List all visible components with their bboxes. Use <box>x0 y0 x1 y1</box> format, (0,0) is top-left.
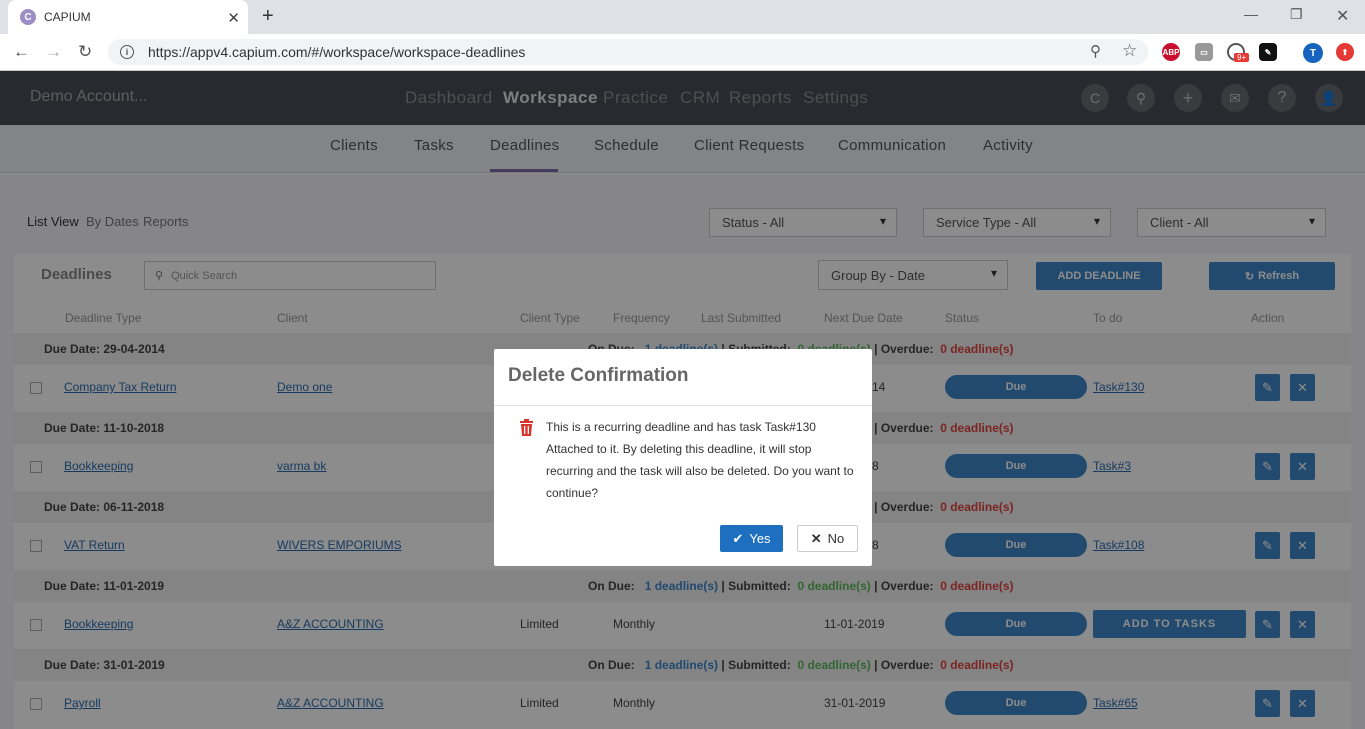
check-icon: ✔ <box>732 530 744 546</box>
new-tab-button[interactable]: + <box>262 5 274 28</box>
back-icon[interactable]: ← <box>13 42 30 62</box>
zoom-icon[interactable]: ⚲ <box>1090 42 1101 60</box>
dialog-divider <box>494 405 872 406</box>
tab-close-icon[interactable]: ✕ <box>227 9 240 27</box>
adblock-extension-icon[interactable]: ABP <box>1162 43 1180 61</box>
yes-button[interactable]: ✔ Yes <box>720 525 783 552</box>
upload-extension-icon[interactable]: ⬆ <box>1336 43 1354 61</box>
capium-favicon-icon: C <box>20 9 36 25</box>
browser-tab[interactable]: C CAPIUM ✕ <box>8 0 248 34</box>
bookmark-star-icon[interactable]: ☆ <box>1122 41 1137 61</box>
screen-capture-extension-icon[interactable]: ▭ <box>1195 43 1213 61</box>
no-button[interactable]: ✕ No <box>797 525 858 552</box>
tab-title: CAPIUM <box>44 10 91 24</box>
dialog-title: Delete Confirmation <box>508 365 689 386</box>
close-icon: ✕ <box>810 530 822 546</box>
profile-avatar[interactable]: T <box>1303 43 1323 63</box>
restore-icon[interactable]: ❐ <box>1290 6 1303 23</box>
forward-icon[interactable]: → <box>45 42 62 62</box>
minimize-icon[interactable]: — <box>1244 6 1258 22</box>
close-window-icon[interactable]: ✕ <box>1336 6 1349 26</box>
url-text: https://appv4.capium.com/#/workspace/wor… <box>148 44 526 60</box>
url-bar[interactable]: i https://appv4.capium.com/#/workspace/w… <box>108 39 1148 65</box>
site-info-icon[interactable]: i <box>120 45 134 59</box>
reload-icon[interactable]: ↻ <box>78 42 92 62</box>
no-button-label: No <box>827 531 845 546</box>
extension-badge: 9+ <box>1234 53 1250 62</box>
yes-button-label: Yes <box>749 531 771 546</box>
dialog-message: This is a recurring deadline and has tas… <box>546 420 854 500</box>
pen-extension-icon[interactable]: ✎ <box>1259 43 1277 61</box>
trash-icon <box>520 419 533 436</box>
